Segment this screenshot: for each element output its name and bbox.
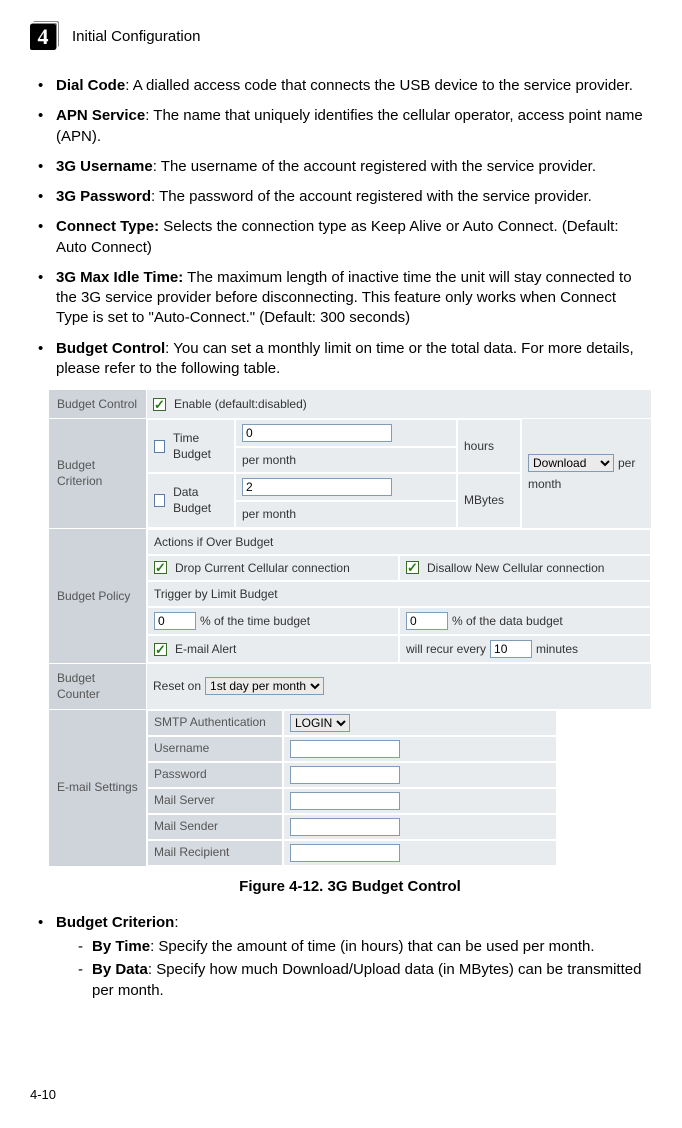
input-recur-min[interactable]	[490, 640, 532, 658]
label-actions-over: Actions if Over Budget	[147, 529, 651, 555]
label-disallow: Disallow New Cellular connection	[427, 560, 604, 576]
term-apn: APN Service	[56, 107, 145, 124]
checkbox-email-alert[interactable]	[154, 643, 167, 656]
select-reset-day[interactable]: 1st day per month	[205, 677, 324, 695]
figure-caption: Figure 4-12. 3G Budget Control	[48, 877, 652, 897]
label-per: per	[618, 455, 635, 471]
criterion-sublist: By Time: Specify the amount of time (in …	[74, 937, 652, 1001]
select-smtp-auth[interactable]: LOGIN	[290, 714, 350, 732]
list-item: Dial Code: A dialled access code that co…	[38, 76, 652, 96]
page-number: 4-10	[30, 1086, 56, 1104]
input-mail-recipient[interactable]	[290, 844, 400, 862]
term-bydata: By Data	[92, 961, 148, 978]
config-table: Budget Control Enable (default:disabled)…	[48, 389, 652, 867]
checkbox-time-budget[interactable]	[154, 440, 165, 453]
row-label-policy: Budget Policy	[49, 528, 147, 664]
chapter-number: 4	[38, 22, 49, 52]
input-pct-data[interactable]	[406, 612, 448, 630]
list-item: Budget Criterion: By Time: Specify the a…	[38, 913, 652, 1001]
chapter-number-box: 4	[30, 24, 56, 50]
list-item: By Data: Specify how much Download/Uploa…	[74, 960, 652, 1001]
term-budget: Budget Control	[56, 340, 165, 357]
desc-3g-pass: : The password of the account registered…	[151, 188, 592, 205]
desc-3g-user: : The username of the account registered…	[153, 158, 596, 175]
term-connect-type: Connect Type:	[56, 218, 159, 235]
label-enable: Enable (default:disabled)	[174, 396, 307, 412]
term-3g-user: 3G Username	[56, 158, 153, 175]
term-3g-pass: 3G Password	[56, 188, 151, 205]
input-time-hours[interactable]	[242, 424, 392, 442]
label-per-month-2: per month	[242, 506, 296, 522]
desc-bytime: : Specify the amount of time (in hours) …	[150, 938, 594, 955]
list-item: 3G Max Idle Time: The maximum length of …	[38, 268, 652, 329]
row-label-email: E-mail Settings	[49, 709, 147, 866]
checkbox-drop[interactable]	[154, 561, 167, 574]
desc-bydata: : Specify how much Download/Upload data …	[92, 961, 641, 998]
label-password: Password	[147, 762, 283, 788]
label-pct-data: % of the data budget	[452, 613, 563, 629]
term-bytime: By Time	[92, 938, 150, 955]
list-item: 3G Password: The password of the account…	[38, 187, 652, 207]
label-month: month	[528, 477, 561, 491]
label-mail-server: Mail Server	[147, 788, 283, 814]
select-download[interactable]: Download	[528, 454, 614, 472]
term-criterion: Budget Criterion	[56, 914, 174, 931]
input-data-mb[interactable]	[242, 478, 392, 496]
row-label-budget-control: Budget Control	[49, 390, 147, 419]
term-dial-code: Dial Code	[56, 77, 125, 94]
row-label-counter: Budget Counter	[49, 664, 147, 709]
chapter-header: 4 Initial Configuration	[30, 24, 652, 50]
input-password[interactable]	[290, 766, 400, 784]
label-per-month-1: per month	[242, 452, 296, 468]
chapter-title: Initial Configuration	[72, 27, 200, 47]
checkbox-disallow[interactable]	[406, 561, 419, 574]
row-label-criterion: Budget Criterion	[49, 419, 147, 528]
label-time-budget: Time Budget	[173, 430, 228, 462]
label-trigger: Trigger by Limit Budget	[147, 581, 651, 607]
list-item: Connect Type: Selects the connection typ…	[38, 217, 652, 258]
label-hours: hours	[464, 438, 494, 454]
label-email-alert: E-mail Alert	[175, 641, 236, 657]
label-smtp: SMTP Authentication	[147, 710, 283, 736]
input-pct-time[interactable]	[154, 612, 196, 630]
label-mbytes: MBytes	[464, 492, 504, 508]
list-item: APN Service: The name that uniquely iden…	[38, 106, 652, 147]
input-username[interactable]	[290, 740, 400, 758]
label-mail-recipient: Mail Recipient	[147, 840, 283, 866]
label-recur: will recur every	[406, 641, 486, 657]
list-item: 3G Username: The username of the account…	[38, 157, 652, 177]
label-mail-sender: Mail Sender	[147, 814, 283, 840]
list-item: By Time: Specify the amount of time (in …	[74, 937, 652, 957]
label-username: Username	[147, 736, 283, 762]
label-data-budget: Data Budget	[173, 484, 228, 516]
label-pct-time: % of the time budget	[200, 613, 310, 629]
term-idle: 3G Max Idle Time:	[56, 269, 183, 286]
criterion-list: Budget Criterion: By Time: Specify the a…	[38, 913, 652, 1001]
definition-list: Dial Code: A dialled access code that co…	[38, 76, 652, 379]
label-reset-on: Reset on	[153, 678, 201, 694]
figure-budget-control: Budget Control Enable (default:disabled)…	[48, 389, 652, 897]
checkbox-enable[interactable]	[153, 398, 166, 411]
label-minutes: minutes	[536, 641, 578, 657]
input-mail-server[interactable]	[290, 792, 400, 810]
list-item: Budget Control: You can set a monthly li…	[38, 339, 652, 380]
desc-dial-code: : A dialled access code that connects th…	[125, 77, 633, 94]
checkbox-data-budget[interactable]	[154, 494, 165, 507]
input-mail-sender[interactable]	[290, 818, 400, 836]
label-drop: Drop Current Cellular connection	[175, 560, 350, 576]
rest-criterion: :	[174, 914, 178, 931]
